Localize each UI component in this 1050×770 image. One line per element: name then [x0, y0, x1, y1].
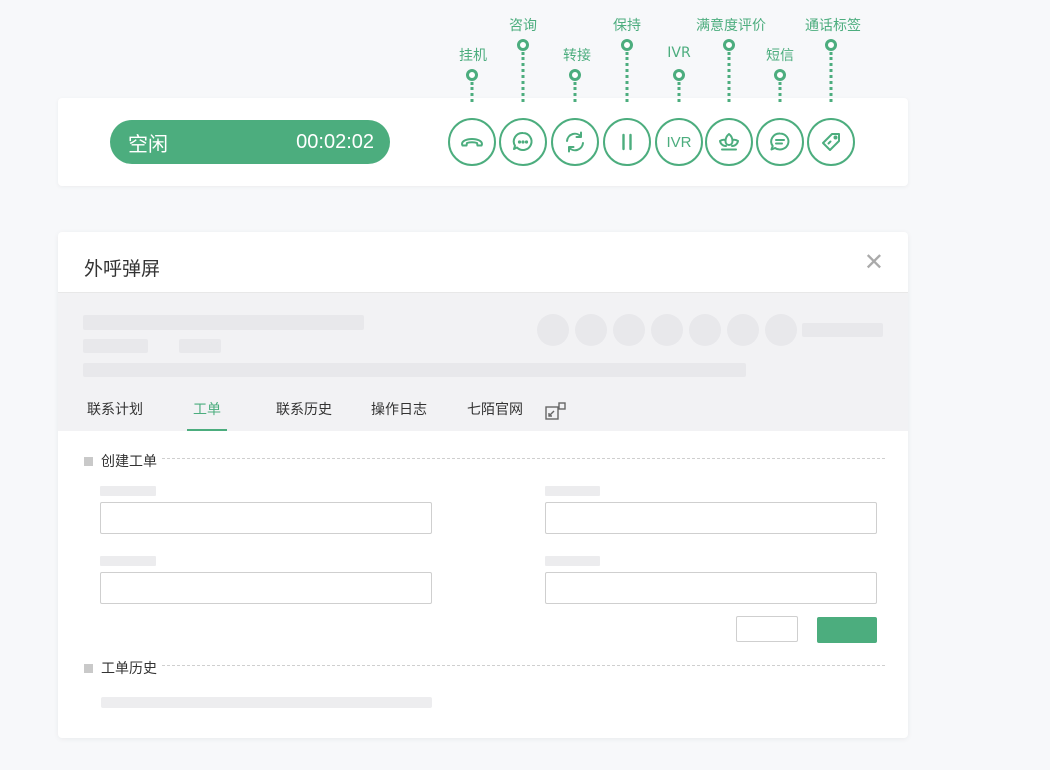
satisfaction-pin: [723, 39, 735, 51]
tag-connector: [829, 52, 833, 102]
hold-label: 保持: [613, 18, 641, 34]
ivr-icon: IVR: [666, 133, 692, 151]
sms-connector: [778, 82, 782, 102]
agent-status-pill[interactable]: 空闲 00:02:02: [110, 120, 390, 164]
satisfaction-icon: [719, 133, 739, 151]
tab-official-site[interactable]: 七陌官网: [467, 399, 523, 429]
action-dot[interactable]: [537, 314, 569, 346]
tab-contact-history[interactable]: 联系历史: [276, 399, 332, 429]
info-placeholder: [179, 339, 221, 353]
sms-icon: [770, 132, 790, 151]
action-dot[interactable]: [613, 314, 645, 346]
ivr-button[interactable]: IVR: [655, 118, 703, 166]
consult-pin: [517, 39, 529, 51]
satisfaction-button[interactable]: [705, 118, 753, 166]
info-placeholder: [802, 323, 883, 337]
transfer-connector: [573, 82, 577, 102]
hold-button[interactable]: [603, 118, 651, 166]
hangup-connector: [470, 82, 474, 102]
transfer-pin: [569, 69, 581, 81]
action-dot[interactable]: [727, 314, 759, 346]
field-label-placeholder: [100, 486, 156, 496]
tag-pin: [825, 39, 837, 51]
section-create-ticket-label: 创建工单: [101, 454, 157, 470]
info-placeholder: [83, 339, 148, 353]
customer-info-panel: 联系计划 工单 联系历史 操作日志 七陌官网: [58, 293, 908, 431]
sms-button[interactable]: [756, 118, 804, 166]
transfer-button[interactable]: [551, 118, 599, 166]
field-label-placeholder: [100, 556, 156, 566]
hold-pin: [621, 39, 633, 51]
popup-header: 外呼弹屏 ✕: [58, 232, 908, 293]
section-ticket-history: 工单历史: [84, 658, 157, 678]
popup-tabs: 联系计划 工单 联系历史 操作日志 七陌官网: [58, 393, 908, 431]
info-placeholder: [83, 315, 364, 330]
call-timer: 00:02:02: [296, 130, 374, 153]
satisfaction-label: 满意度评价: [696, 18, 766, 34]
consult-connector: [521, 52, 525, 102]
history-placeholder: [101, 697, 432, 708]
consult-label: 咨询: [509, 18, 537, 34]
action-dot[interactable]: [689, 314, 721, 346]
action-dot[interactable]: [651, 314, 683, 346]
section-divider: [162, 458, 885, 459]
hangup-label: 挂机: [459, 48, 487, 64]
consult-icon: [512, 131, 533, 151]
cancel-button[interactable]: [736, 616, 798, 642]
field-label-placeholder: [545, 556, 600, 566]
hangup-icon: [461, 138, 483, 147]
ivr-connector: [677, 82, 681, 102]
hangup-button[interactable]: [448, 118, 496, 166]
tag-label: 通话标签: [805, 18, 861, 34]
section-marker: [84, 456, 93, 466]
sms-label: 短信: [766, 48, 794, 64]
hold-connector: [625, 52, 629, 102]
section-create-ticket: 创建工单: [84, 451, 157, 471]
submit-button[interactable]: [817, 617, 877, 643]
ticket-field-4[interactable]: [545, 572, 877, 604]
ticket-field-2[interactable]: [545, 502, 877, 534]
section-ticket-history-label: 工单历史: [101, 661, 157, 677]
section-marker: [84, 663, 93, 673]
tag-button[interactable]: [807, 118, 855, 166]
popup-title: 外呼弹屏: [84, 258, 161, 280]
action-dot[interactable]: [575, 314, 607, 346]
outbound-popup: 外呼弹屏 ✕ 联系计划 工单 联系历史 操作日志 七陌官网 创建工单 工单历史: [58, 232, 908, 738]
tab-ticket[interactable]: 工单: [187, 399, 227, 431]
ticket-field-1[interactable]: [100, 502, 432, 534]
tag-icon: [822, 133, 840, 151]
satisfaction-connector: [727, 52, 731, 102]
transfer-icon: [566, 131, 584, 153]
consult-button[interactable]: [499, 118, 547, 166]
transfer-label: 转接: [563, 48, 591, 64]
pause-icon: [622, 133, 632, 151]
tab-contact-plan[interactable]: 联系计划: [87, 399, 143, 429]
ivr-pin: [673, 69, 685, 81]
popout-icon[interactable]: [544, 401, 568, 423]
tab-operation-log[interactable]: 操作日志: [371, 399, 427, 429]
agent-status-text: 空闲: [128, 131, 168, 156]
field-label-placeholder: [545, 486, 600, 496]
action-dot[interactable]: [765, 314, 797, 346]
ivr-label: IVR: [667, 45, 691, 61]
section-divider: [162, 665, 885, 666]
ticket-field-3[interactable]: [100, 572, 432, 604]
sms-pin: [774, 69, 786, 81]
info-placeholder: [83, 363, 746, 377]
close-icon[interactable]: ✕: [864, 250, 884, 274]
hangup-pin: [466, 69, 478, 81]
